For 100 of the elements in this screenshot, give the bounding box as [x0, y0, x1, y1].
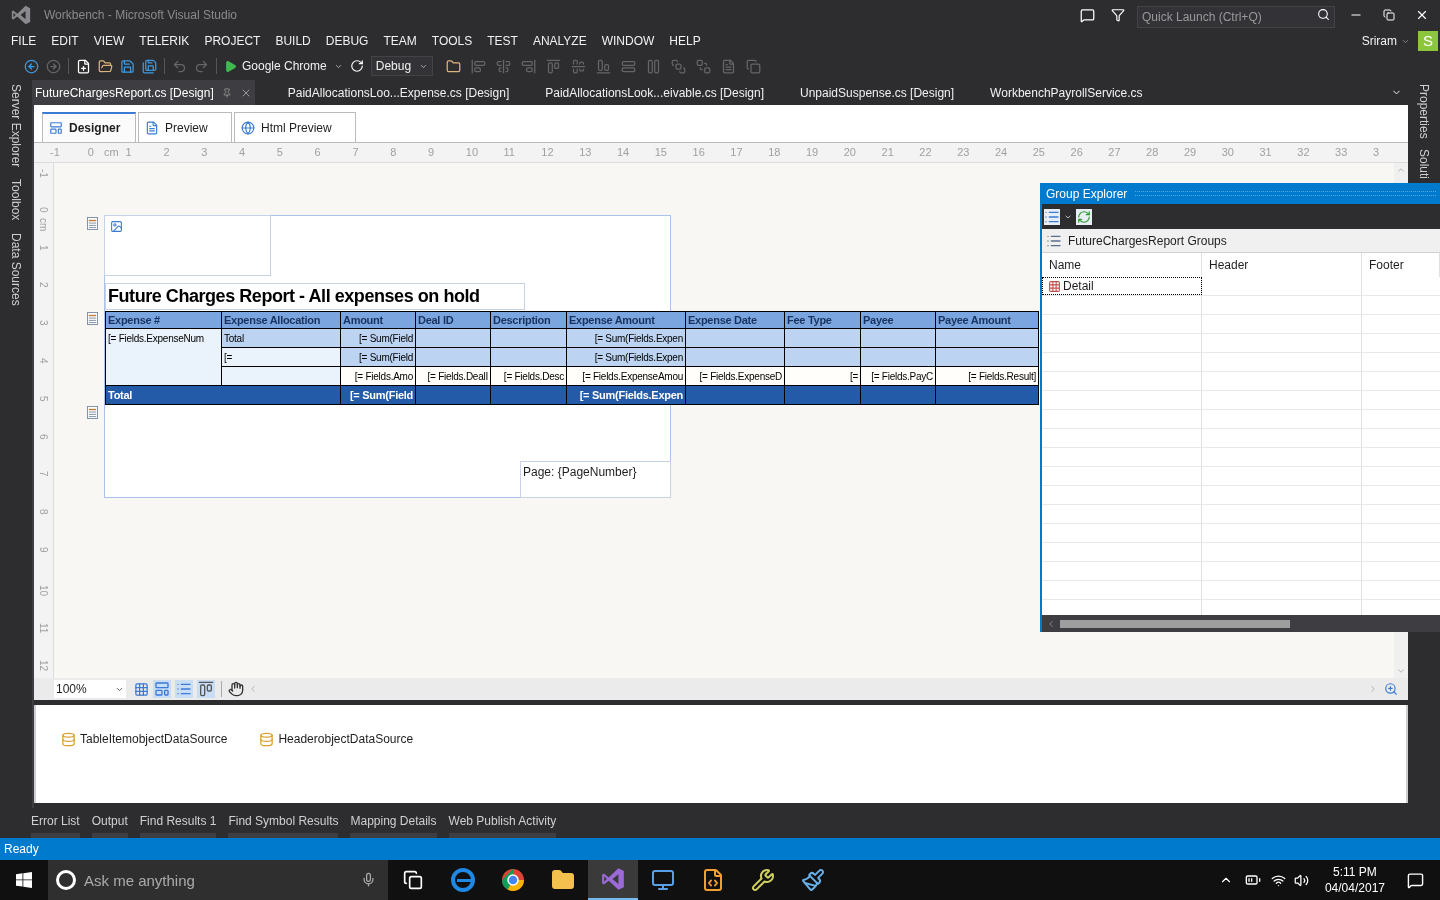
microphone-icon[interactable] — [361, 872, 376, 887]
designer-tab[interactable]: Html Preview — [234, 112, 356, 142]
data-source-item[interactable]: HeaderobjectDataSource — [259, 730, 414, 748]
monitor-icon[interactable] — [651, 868, 675, 892]
side-panel-tab[interactable]: Toolbox — [7, 179, 25, 221]
align-bottom-icon[interactable] — [595, 58, 611, 74]
search-field[interactable]: Ask me anything — [48, 860, 388, 900]
menu-item[interactable]: FILE — [0, 32, 44, 50]
menu-item[interactable]: EDIT — [43, 32, 87, 50]
grid-icon[interactable] — [134, 681, 149, 697]
redo-icon[interactable] — [194, 58, 209, 74]
ruler-label: 1 — [125, 145, 132, 161]
save-all-icon[interactable] — [142, 58, 157, 74]
wrench-icon[interactable] — [751, 868, 775, 892]
same-width-icon[interactable] — [645, 58, 661, 74]
battery-icon[interactable] — [1244, 872, 1261, 888]
data-source-item[interactable]: TableItemobjectDataSource — [61, 730, 228, 748]
menu-item[interactable]: TEST — [479, 32, 526, 50]
zoom-dropdown[interactable]: 100% — [54, 680, 126, 698]
horizontal-scrollbar[interactable] — [1042, 615, 1440, 632]
paint-icon[interactable] — [801, 868, 825, 892]
feedback-icon[interactable] — [1080, 7, 1095, 23]
search-icon[interactable] — [1317, 8, 1330, 21]
column-header[interactable]: Name — [1042, 253, 1202, 277]
menu-item[interactable]: DEBUG — [318, 32, 376, 50]
play-icon — [224, 59, 237, 73]
save-icon[interactable] — [120, 58, 135, 74]
menu-item[interactable]: VIEW — [86, 32, 132, 50]
side-panel-tab[interactable]: Data Sources — [7, 232, 25, 306]
cortana-icon[interactable] — [56, 870, 76, 890]
ruler-label: 16 — [692, 145, 705, 161]
menu-item[interactable]: TELERIK — [131, 32, 197, 50]
ruler-label: 27 — [1108, 145, 1121, 161]
pin-icon[interactable] — [221, 87, 232, 98]
column-header: Payee Amount — [936, 312, 1039, 329]
column-header[interactable]: Footer — [1362, 253, 1440, 277]
wifi-icon[interactable] — [1270, 872, 1286, 888]
menu-item[interactable]: ANALYZE — [525, 32, 595, 50]
browser-icon[interactable] — [501, 868, 525, 892]
table-cell: [= Fields.ExpenseAmou — [567, 367, 686, 386]
folder-icon[interactable] — [551, 868, 575, 892]
dimension-icon[interactable] — [197, 680, 215, 698]
align-center-icon[interactable] — [495, 58, 511, 74]
volume-icon[interactable] — [1293, 872, 1309, 888]
align-left-icon[interactable] — [470, 58, 486, 74]
pan-icon[interactable] — [228, 681, 244, 697]
close-icon[interactable] — [1415, 8, 1429, 22]
copy-icon[interactable] — [745, 58, 761, 74]
list-icon[interactable] — [1044, 208, 1060, 225]
designer-tab[interactable]: Designer — [42, 112, 136, 142]
align-top-icon[interactable] — [545, 58, 561, 74]
menu-item[interactable]: HELP — [661, 32, 709, 50]
column-header: Description — [491, 312, 567, 329]
side-panel-tab[interactable]: Server Explorer — [7, 84, 25, 168]
snap-icon[interactable] — [153, 680, 171, 698]
quick-launch-field[interactable]: Quick Launch (Ctrl+Q) — [1137, 6, 1335, 28]
send-to-back-icon[interactable] — [695, 58, 711, 74]
side-panel-tab[interactable]: Properties — [1415, 84, 1433, 139]
account-name[interactable]: Sriram — [1361, 32, 1397, 50]
editor-icon[interactable] — [701, 868, 725, 892]
zoom-icon[interactable] — [1384, 682, 1398, 696]
menu-item[interactable]: PROJECT — [196, 32, 268, 50]
start-debugging-button[interactable]: Google Chrome — [224, 57, 327, 75]
align-right-icon[interactable] — [520, 58, 536, 74]
ruler-label: 31 — [1259, 145, 1272, 161]
notification-icon[interactable] — [1407, 871, 1424, 889]
clock-date[interactable]: 04/04/2017 — [1324, 880, 1385, 896]
scrollbar-thumb[interactable] — [1060, 619, 1290, 628]
designer-tab[interactable]: Preview — [138, 112, 232, 142]
document-tab[interactable]: FutureChargesReport.cs [Design] — [32, 80, 255, 105]
menu-item[interactable]: BUILD — [267, 32, 319, 50]
refresh-icon[interactable] — [1076, 208, 1092, 225]
ruler-label: 18 — [768, 145, 781, 161]
open-folder-icon[interactable] — [98, 58, 113, 74]
find-folder-icon[interactable] — [445, 58, 461, 74]
refresh-icon[interactable] — [349, 59, 364, 73]
new-file-icon[interactable] — [76, 58, 91, 74]
start-icon[interactable] — [16, 872, 32, 888]
menu-item[interactable]: WINDOW — [594, 32, 662, 50]
table-cell: [= Sum(Field — [341, 348, 416, 367]
document-icon[interactable] — [720, 58, 736, 74]
undo-icon[interactable] — [172, 58, 187, 74]
task-view-icon[interactable] — [403, 870, 423, 890]
document-icon — [145, 120, 159, 135]
side-panel-tab[interactable]: Soluti — [1415, 148, 1433, 179]
active-app-button[interactable] — [588, 860, 638, 900]
restore-icon[interactable] — [1383, 9, 1395, 21]
filter-icon[interactable] — [1111, 8, 1125, 22]
menu-item[interactable]: TOOLS — [424, 32, 480, 50]
menu-item[interactable]: TEAM — [375, 32, 425, 50]
same-height-icon[interactable] — [620, 58, 636, 74]
configuration-dropdown[interactable]: Debug — [370, 56, 433, 76]
ruler-label: 5 — [276, 145, 283, 161]
align-middle-icon[interactable] — [570, 58, 586, 74]
back-icon[interactable] — [24, 58, 39, 74]
column-header[interactable]: Header — [1202, 253, 1362, 277]
group-row[interactable]: Detail — [1042, 277, 1202, 295]
clock-time[interactable]: 5:11 PM — [1333, 864, 1377, 880]
column-header: Payee — [861, 312, 936, 329]
forward-icon[interactable] — [46, 58, 61, 74]
